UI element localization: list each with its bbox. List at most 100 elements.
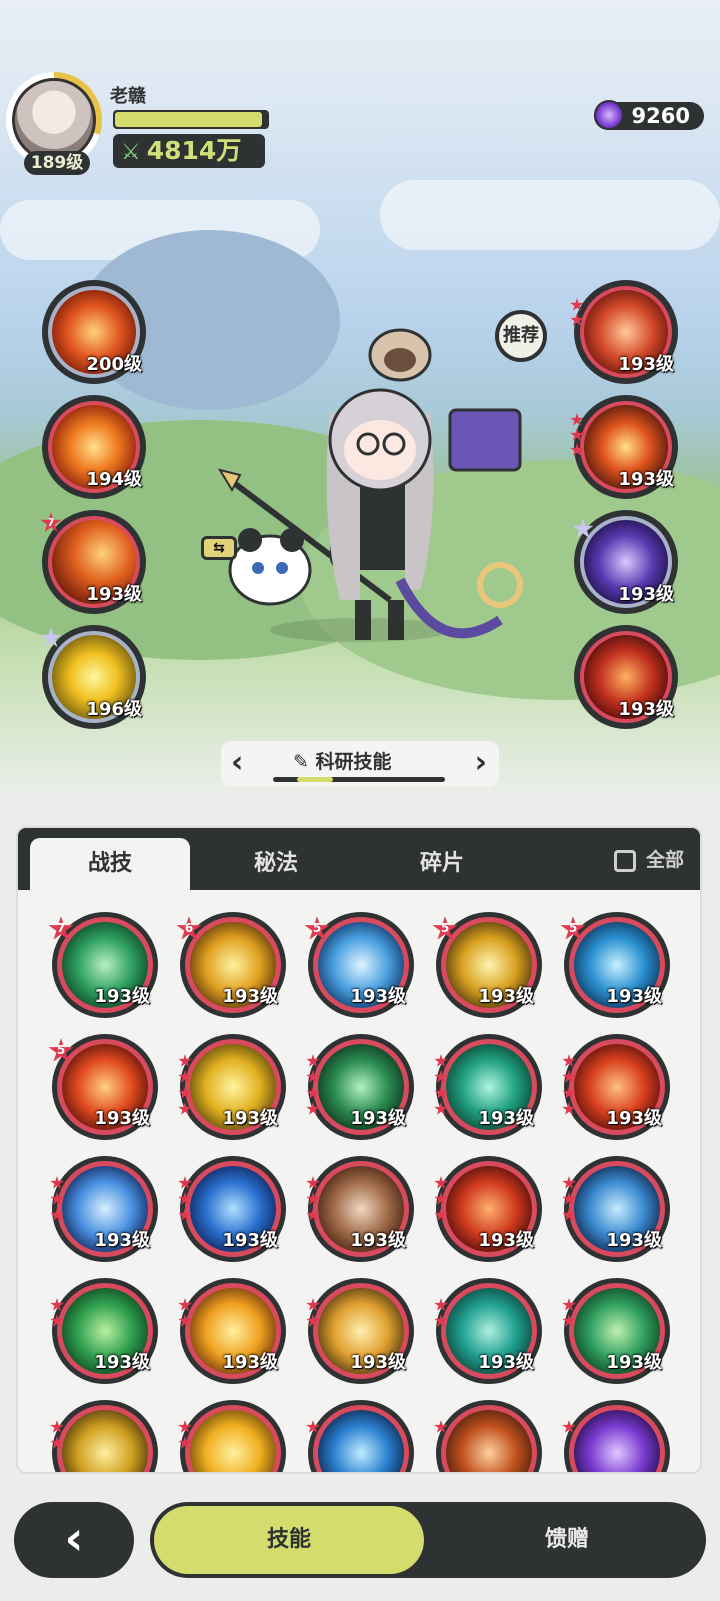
skill-slot-left-1[interactable]: 200级 <box>42 280 146 384</box>
skill-card[interactable]: 193级 <box>562 1034 670 1140</box>
star-pips <box>562 1420 578 1436</box>
star-pip-icon <box>562 1176 576 1189</box>
star-pip-icon <box>178 1314 192 1327</box>
skill-card[interactable]: 193级 <box>562 1278 670 1384</box>
skill-level: 194级 <box>86 469 142 490</box>
star-pip-icon <box>562 1208 576 1221</box>
skill-level: 193级 <box>222 986 278 1007</box>
back-button[interactable]: ‹ <box>14 1502 134 1578</box>
star-pip-icon <box>562 1420 576 1433</box>
skill-level: 193级 <box>350 1108 406 1129</box>
skill-card[interactable]: 193级 <box>178 1278 286 1384</box>
star-pip-icon <box>178 1436 192 1449</box>
tab-combat-skills[interactable]: 战技 <box>30 838 190 890</box>
swap-pet-icon[interactable]: ⇆ <box>201 536 237 560</box>
skill-level: 193级 <box>222 1230 278 1251</box>
star-pip-icon <box>306 1192 320 1205</box>
star-pips <box>434 1298 450 1330</box>
skill-card[interactable]: 193级 <box>178 1034 286 1140</box>
exp-bar <box>113 110 269 129</box>
star-pips <box>562 1054 578 1118</box>
star-rank-number: 7 <box>56 921 66 935</box>
skill-card[interactable]: 193级 <box>306 1278 414 1384</box>
skill-card[interactable]: 7 193级 <box>48 912 158 1018</box>
star-pip-icon <box>178 1054 192 1067</box>
star-pip-icon <box>50 1298 64 1311</box>
skill-card[interactable]: 5 193级 <box>304 912 414 1018</box>
skill-level: 193级 <box>350 1352 406 1373</box>
player-character[interactable] <box>210 300 550 670</box>
star-pip-icon <box>306 1102 320 1115</box>
star-pip-icon <box>434 1298 448 1311</box>
star-rank-number: 6 <box>184 921 194 935</box>
skill-level: 193级 <box>478 986 534 1007</box>
page-indicator-active <box>297 777 333 782</box>
show-all-checkbox[interactable]: 全部 <box>613 845 684 872</box>
star-pips <box>306 1176 322 1224</box>
star-pip-icon <box>50 1208 64 1221</box>
skill-card[interactable]: 5 193级 <box>560 912 670 1018</box>
exp-bar-fill <box>115 112 263 127</box>
star-pips <box>178 1298 194 1330</box>
skill-category-switcher: ‹ ✎ 科研技能 › <box>221 741 499 787</box>
combat-power-value: 4814万 <box>146 136 242 165</box>
skill-card[interactable] <box>562 1400 670 1472</box>
edit-icon: ✎ <box>293 751 316 773</box>
skill-level: 193级 <box>618 584 674 605</box>
star-pip-icon <box>570 298 584 311</box>
skill-card[interactable] <box>178 1400 286 1472</box>
skill-slot-left-3[interactable]: 7 193级 <box>40 510 146 614</box>
skill-card[interactable] <box>50 1400 158 1472</box>
star-pip-icon <box>178 1086 192 1099</box>
next-category-button[interactable]: › <box>475 745 487 780</box>
nav-gift-button[interactable]: 馈赠 <box>432 1506 702 1574</box>
skill-card[interactable]: 193级 <box>50 1156 158 1262</box>
skill-card[interactable] <box>306 1400 414 1472</box>
skill-tabs: 战技 秘法 碎片 全部 <box>18 828 700 890</box>
star-pip-icon <box>562 1102 576 1115</box>
skill-slot-right-4[interactable]: 193级 <box>574 625 678 729</box>
star-pip-icon <box>562 1192 576 1205</box>
star-pips <box>178 1054 194 1118</box>
skill-card[interactable]: 6 193级 <box>176 912 286 1018</box>
star-pip-icon <box>50 1420 64 1433</box>
skill-level: 193级 <box>478 1352 534 1373</box>
star-pip-icon <box>178 1176 192 1189</box>
skill-card[interactable]: 193级 <box>434 1156 542 1262</box>
skill-slot-left-4[interactable]: 196级 <box>40 625 146 729</box>
prev-category-button[interactable]: ‹ <box>231 745 243 780</box>
rock-fire-icon <box>446 1410 532 1472</box>
skill-card[interactable]: 5 193级 <box>48 1034 158 1140</box>
star-pip-icon <box>178 1102 192 1115</box>
star-pip-icon <box>434 1054 448 1067</box>
tab-fragments[interactable]: 碎片 <box>362 838 522 890</box>
skill-card-ring <box>185 1405 281 1472</box>
skill-card[interactable]: 193级 <box>178 1156 286 1262</box>
skill-grid: 7 193级 6 193级 5 193级 5 193级 5 193级 5 193级 193级 193级 19… <box>18 890 700 1472</box>
thunder-icon <box>62 1410 148 1472</box>
skill-card[interactable]: 193级 <box>562 1156 670 1262</box>
star-pip-icon <box>306 1070 320 1083</box>
skill-slot-right-2[interactable]: 193级 <box>570 395 678 499</box>
recommend-button[interactable]: 推荐 <box>495 310 547 362</box>
skill-slot-right-1[interactable]: 193级 <box>570 280 678 384</box>
player-level-badge: 189级 <box>24 151 90 175</box>
cloud <box>380 180 720 250</box>
skill-card[interactable]: 193级 <box>434 1278 542 1384</box>
skill-card[interactable]: 193级 <box>434 1034 542 1140</box>
skill-card[interactable]: 193级 <box>306 1156 414 1262</box>
star-pips <box>50 1420 66 1452</box>
star-pip-icon <box>434 1420 448 1433</box>
tab-arcane[interactable]: 秘法 <box>196 838 356 890</box>
skill-card[interactable]: 193级 <box>306 1034 414 1140</box>
star-pip-icon <box>570 413 584 426</box>
star-pip-icon <box>562 1070 576 1083</box>
nav-skills-button[interactable]: 技能 <box>154 1506 424 1574</box>
skill-slot-right-3[interactable]: 193级 <box>572 510 678 614</box>
skill-slot-left-2[interactable]: 194级 <box>42 395 146 499</box>
skill-card[interactable] <box>434 1400 542 1472</box>
skill-panel: 战技 秘法 碎片 全部 7 193级 6 193级 5 193级 5 193级 5 193级 5 19… <box>16 826 702 1474</box>
combat-power-icon: ⚔ <box>121 140 141 165</box>
skill-card[interactable]: 193级 <box>50 1278 158 1384</box>
skill-card[interactable]: 5 193级 <box>432 912 542 1018</box>
